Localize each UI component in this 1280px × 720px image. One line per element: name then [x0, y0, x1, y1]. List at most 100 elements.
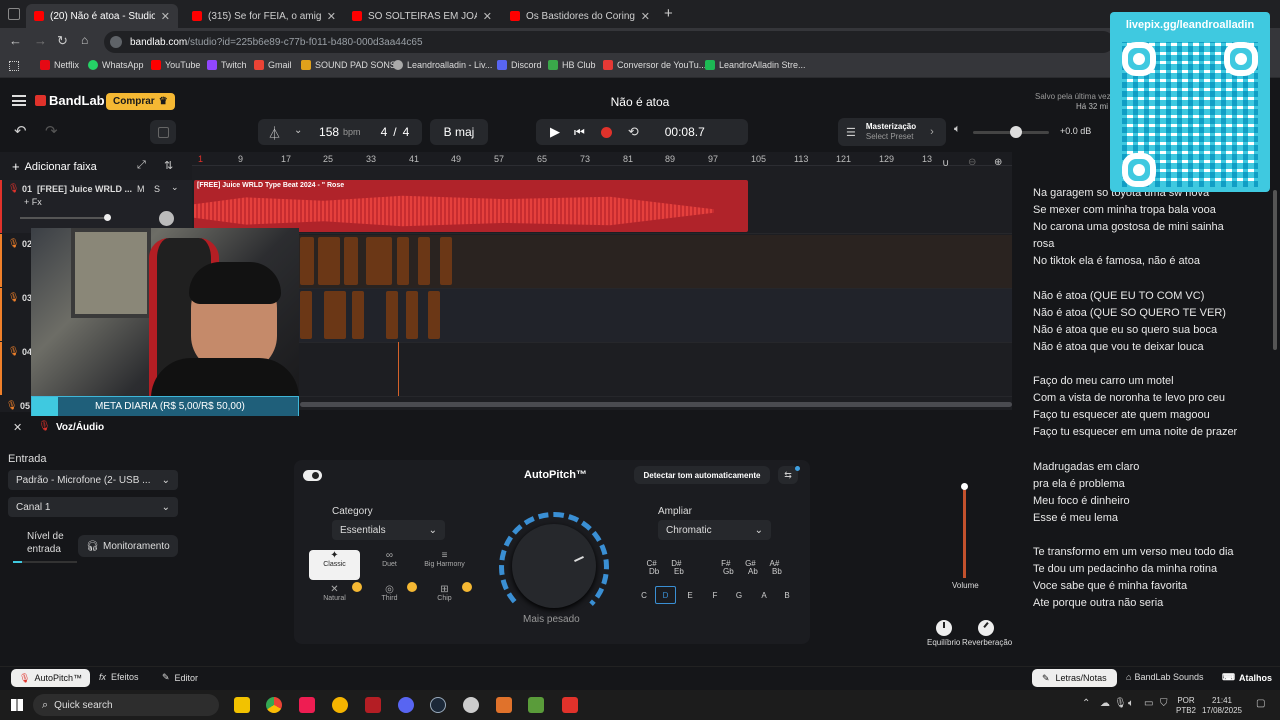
- url-field[interactable]: bandlab.com/studio?id=225b6e89-c77b-f011…: [104, 31, 1114, 53]
- tf-app-icon[interactable]: [365, 697, 381, 713]
- windows-start-icon[interactable]: [11, 699, 23, 711]
- system-clock[interactable]: 21:41 17/08/2025: [1199, 696, 1245, 716]
- back-icon[interactable]: ←: [9, 33, 22, 48]
- minecraft-icon[interactable]: [528, 697, 544, 713]
- discord-icon[interactable]: [398, 697, 414, 713]
- input-device-select[interactable]: Padrão - Microfone (2- USB ... ⌄: [8, 470, 178, 490]
- tray-chevron-icon[interactable]: ⌃: [1082, 698, 1090, 709]
- preset-duet[interactable]: ∞ Duet: [364, 550, 415, 580]
- note-d-sharp[interactable]: D# Eb: [669, 560, 684, 576]
- note-f[interactable]: F: [710, 591, 720, 600]
- chrome-icon[interactable]: [266, 697, 282, 713]
- lane-2[interactable]: [192, 235, 1012, 289]
- lane-3[interactable]: [192, 289, 1012, 343]
- editor-tab[interactable]: ✎ Editor: [162, 672, 198, 683]
- browser-tab-3[interactable]: SÓ SOLTEIRAS EM JOÃO PESSO ✕: [344, 4, 500, 28]
- vocal-clip[interactable]: [440, 237, 452, 285]
- lyrics-scrollbar[interactable]: [1273, 190, 1277, 350]
- reload-icon[interactable]: ↻: [57, 33, 68, 49]
- vocal-clip[interactable]: [300, 237, 314, 285]
- timeline[interactable]: 1 9 17 25 33 41 49 57 65 73 81 89 97 105 113 121 129 13 ∪…: [192, 152, 1012, 410]
- home-icon[interactable]: ⌂: [81, 33, 88, 47]
- mic-tray-icon[interactable]: 🎙︎: [1114, 698, 1127, 709]
- horizontal-scrollbar[interactable]: [300, 402, 1012, 407]
- close-icon[interactable]: ✕: [327, 10, 336, 23]
- playhead[interactable]: [398, 342, 399, 396]
- preset-big-harmony[interactable]: ≡ Big Harmony: [419, 550, 470, 580]
- vocal-clip[interactable]: [324, 291, 346, 339]
- metronome-icon[interactable]: ⏃: [268, 123, 281, 142]
- bookmark-discord[interactable]: Discord: [497, 60, 542, 70]
- scale-select[interactable]: Chromatic ⌄: [658, 520, 771, 540]
- bpm-value[interactable]: 158: [319, 125, 339, 139]
- bandlab-sounds-button[interactable]: ⌂ BandLab Sounds: [1126, 672, 1204, 682]
- track-1-name[interactable]: [FREE] Juice WRLD ...: [37, 184, 132, 194]
- preset-classic[interactable]: ✦ Classic: [309, 550, 360, 580]
- solo-button[interactable]: S: [154, 184, 160, 194]
- forward-icon[interactable]: →: [34, 33, 47, 48]
- vocal-clip[interactable]: [352, 291, 364, 339]
- note-c[interactable]: C: [639, 591, 649, 600]
- chevron-down-icon[interactable]: ⌄: [171, 182, 179, 193]
- correction-knob[interactable]: [512, 524, 596, 608]
- bookmark-converter[interactable]: Conversor de YouTu...: [603, 60, 706, 70]
- lane-1[interactable]: [FREE] Juice WRLD Type Beat 2024 - " Ros…: [192, 180, 1012, 234]
- master-volume-slider[interactable]: [973, 126, 1049, 138]
- vocal-clip[interactable]: [397, 237, 409, 285]
- note-g[interactable]: G: [734, 591, 744, 600]
- shield-tray-icon[interactable]: ⛉: [1160, 698, 1168, 709]
- vocal-clip[interactable]: [300, 291, 312, 339]
- bookmark-netflix[interactable]: Netflix: [40, 60, 79, 70]
- vocal-clip[interactable]: [406, 291, 418, 339]
- notifications-icon[interactable]: ▢: [1256, 698, 1265, 709]
- shortcuts-button[interactable]: ⌨ Atalhos: [1222, 672, 1272, 683]
- browser-tab-4[interactable]: Os Bastidores do Coringa: Top 1 ✕: [502, 4, 658, 28]
- bookmark-hbclub[interactable]: HB Club: [548, 60, 596, 70]
- hamburger-menu-icon[interactable]: [12, 95, 26, 106]
- time-signature-num[interactable]: 4: [381, 125, 388, 139]
- autopitch-toggle[interactable]: [303, 470, 322, 481]
- note-e[interactable]: E: [685, 591, 695, 600]
- master-volume-knob[interactable]: [1010, 126, 1022, 138]
- note-g-sharp[interactable]: G# Ab: [743, 560, 758, 576]
- timeline-ruler[interactable]: 1 9 17 25 33 41 49 57 65 73 81 89 97 105 113 121 129 13: [192, 152, 1012, 166]
- project-title[interactable]: Não é atoa: [540, 95, 740, 109]
- close-icon[interactable]: ✕: [483, 10, 492, 23]
- bookmark-whatsapp[interactable]: WhatsApp: [88, 60, 144, 70]
- site-info-icon[interactable]: [110, 36, 122, 48]
- monitoring-button[interactable]: 🎧︎ Monitoramento: [78, 535, 178, 557]
- zoom-in-icon[interactable]: ⊕: [994, 157, 1002, 168]
- vocal-clip[interactable]: [418, 237, 430, 285]
- note-a[interactable]: A: [759, 591, 769, 600]
- note-a-sharp[interactable]: A# Bb: [767, 560, 782, 576]
- track-row-1[interactable]: 🎙︎ 01 [FREE] Juice WRLD ... M S ⌄ + Fx: [0, 180, 192, 233]
- bookmark-twitch[interactable]: Twitch: [207, 60, 247, 70]
- keyboard-language[interactable]: POR PTB2: [1176, 696, 1196, 716]
- automation-icon[interactable]: ⤢: [137, 159, 146, 172]
- vocal-clip[interactable]: [386, 291, 398, 339]
- lyrics-notes-button[interactable]: ✎ Letras/Notas: [1032, 669, 1117, 687]
- browser-menu-icon[interactable]: [8, 8, 20, 20]
- tiktok-icon[interactable]: [299, 697, 315, 713]
- time-signature-den[interactable]: 4: [403, 125, 410, 139]
- undo-icon[interactable]: ↶: [14, 122, 27, 140]
- track-1-pan-knob[interactable]: [159, 211, 174, 226]
- bookmark-gmail[interactable]: Gmail: [254, 60, 292, 70]
- close-panel-icon[interactable]: ✕: [13, 421, 22, 434]
- volume-tray-icon[interactable]: 🔈︎: [1128, 698, 1134, 709]
- bandlab-logo[interactable]: BandLab: [35, 93, 105, 108]
- display-tray-icon[interactable]: ▭: [1144, 698, 1153, 709]
- detect-key-button[interactable]: Detectar tom automaticamente: [634, 466, 770, 484]
- network-icon[interactable]: ☁: [1100, 698, 1110, 709]
- reverb-knob[interactable]: [978, 620, 994, 636]
- bookmark-stream[interactable]: LeandroAlladin Stre...: [705, 60, 806, 70]
- vocal-clip[interactable]: [318, 237, 340, 285]
- vocal-clip[interactable]: [428, 291, 440, 339]
- bandlab-taskbar-icon[interactable]: [562, 697, 578, 713]
- vocal-clip[interactable]: [344, 237, 358, 285]
- volume-fader[interactable]: [961, 483, 968, 578]
- file-explorer-icon[interactable]: [234, 697, 250, 713]
- mastering-button[interactable]: ☰ Masterização Select Preset ›: [838, 118, 946, 146]
- note-d[interactable]: D: [655, 586, 676, 604]
- effects-tab[interactable]: fx Efeitos: [99, 672, 139, 682]
